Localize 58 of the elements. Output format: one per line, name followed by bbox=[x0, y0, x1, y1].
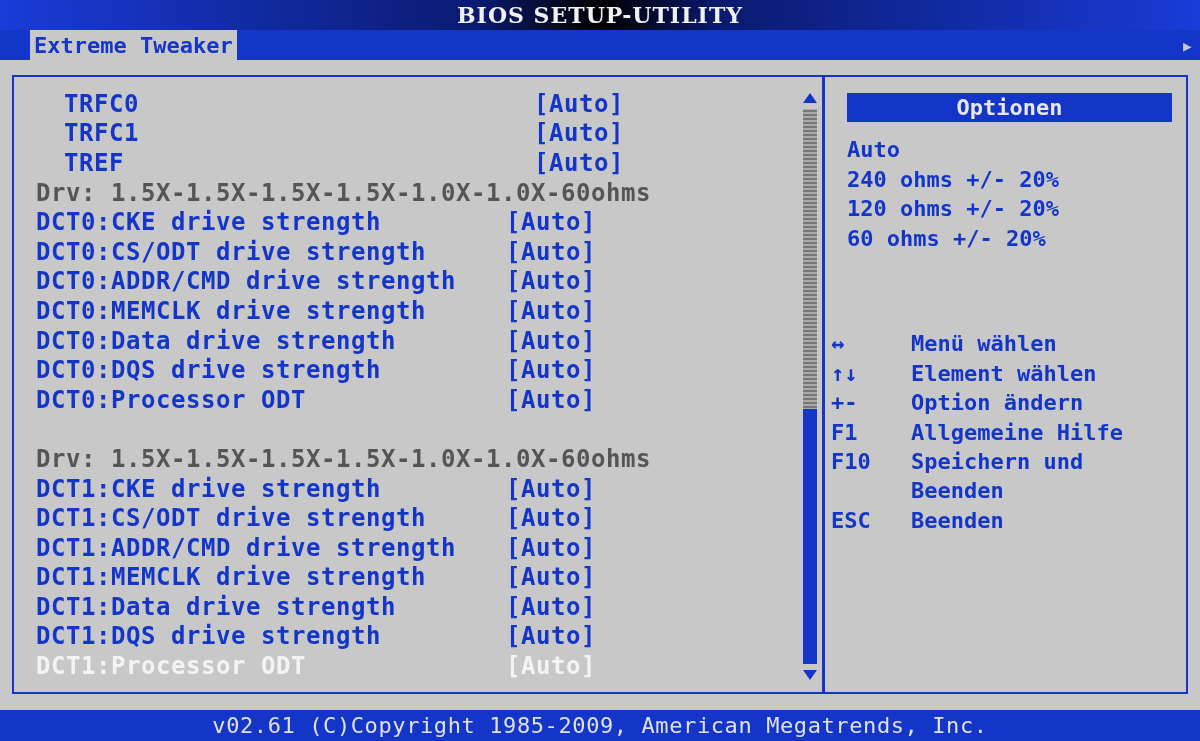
setting-label[interactable]: DCT1:MEMCLK drive strength bbox=[36, 563, 506, 592]
key-action: Beenden bbox=[911, 506, 1005, 535]
setting-label[interactable]: DCT0:Processor ODT bbox=[36, 385, 506, 414]
key-label: ↑↓ bbox=[831, 359, 859, 388]
key-label: ESC bbox=[831, 506, 872, 535]
key-label: +- bbox=[831, 389, 859, 418]
setting-label[interactable]: DCT0:CS/ODT drive strength bbox=[36, 237, 506, 266]
setting-label[interactable]: DCT0:DQS drive strength bbox=[36, 356, 506, 385]
tab-scroll-arrow[interactable]: ▸ bbox=[1180, 30, 1200, 60]
option-item: 60 ohms +/- 20% bbox=[847, 224, 1047, 253]
setting-value[interactable]: [Auto] bbox=[506, 267, 596, 296]
option-item: 120 ohms +/- 20% bbox=[847, 195, 1060, 224]
setting-value[interactable]: [Auto] bbox=[534, 149, 624, 177]
option-item: Auto bbox=[847, 136, 901, 164]
setting-label[interactable]: DCT1:ADDR/CMD drive strength bbox=[36, 533, 506, 562]
setting-value[interactable]: [Auto] bbox=[506, 385, 596, 414]
copyright-text: v02.61 (C)Copyright 1985-2009, American Megatrends, Inc. bbox=[212, 713, 988, 738]
setting-label[interactable]: DCT1:CS/ODT drive strength bbox=[36, 504, 506, 533]
info-text: Drv: 1.5X-1.5X-1.5X-1.5X-1.0X-1.0X-60ohms bbox=[36, 178, 651, 207]
setting-value[interactable]: [Auto] bbox=[506, 592, 596, 621]
key-action: Element wählen bbox=[911, 359, 1098, 388]
setting-value[interactable]: [Auto] bbox=[506, 474, 596, 503]
scroll-up-icon[interactable] bbox=[803, 93, 817, 103]
setting-value[interactable]: [Auto] bbox=[506, 533, 596, 562]
key-action: Menü wählen bbox=[911, 330, 1058, 359]
setting-value[interactable]: [Auto] bbox=[534, 89, 624, 118]
key-action: Allgemeine Hilfe bbox=[911, 418, 1124, 447]
setting-value[interactable]: [Auto] bbox=[506, 504, 596, 533]
scroll-down-icon[interactable] bbox=[803, 670, 817, 680]
info-text: Drv: 1.5X-1.5X-1.5X-1.5X-1.0X-1.0X-60ohms bbox=[36, 444, 651, 473]
setting-label[interactable]: TREF bbox=[36, 149, 534, 177]
setting-label[interactable]: DCT1:Data drive strength bbox=[36, 592, 506, 621]
setting-label[interactable]: DCT0:ADDR/CMD drive strength bbox=[36, 267, 506, 296]
setting-label[interactable]: DCT0:CKE drive strength bbox=[36, 208, 506, 237]
setting-label[interactable]: DCT1:DQS drive strength bbox=[36, 622, 506, 651]
scrollbar-thumb[interactable] bbox=[803, 408, 817, 664]
key-label: ↔ bbox=[831, 330, 846, 359]
setting-value[interactable]: [Auto] bbox=[506, 296, 596, 325]
key-action: Option ändern bbox=[911, 389, 1085, 418]
window-title: BIOS SETUP-UTILITY bbox=[457, 2, 743, 28]
setting-label[interactable]: DCT0:Data drive strength bbox=[36, 326, 506, 355]
option-item: 240 ohms +/- 20% bbox=[847, 165, 1060, 194]
setting-value[interactable]: [Auto] bbox=[506, 563, 596, 592]
key-action: Speichern und Beenden bbox=[911, 448, 1085, 506]
setting-value[interactable]: [Auto] bbox=[506, 237, 596, 266]
setting-label[interactable]: TRFC1 bbox=[36, 119, 534, 148]
setting-value[interactable]: [Auto] bbox=[506, 326, 596, 355]
options-header: Optionen bbox=[847, 93, 1172, 122]
setting-value[interactable]: [Auto] bbox=[506, 622, 596, 651]
setting-value[interactable]: [Auto] bbox=[506, 208, 596, 237]
setting-label[interactable]: TRFC0 bbox=[36, 89, 534, 118]
menu-tab[interactable]: Extreme Tweaker bbox=[30, 30, 237, 60]
setting-label[interactable]: DCT0:MEMCLK drive strength bbox=[36, 296, 506, 325]
key-label: F1 bbox=[831, 418, 859, 447]
setting-label[interactable]: DCT1:CKE drive strength bbox=[36, 474, 506, 503]
key-label: F10 bbox=[831, 448, 872, 476]
setting-value[interactable]: [Auto] bbox=[506, 356, 596, 385]
setting-value[interactable]: [Auto] bbox=[534, 119, 624, 148]
